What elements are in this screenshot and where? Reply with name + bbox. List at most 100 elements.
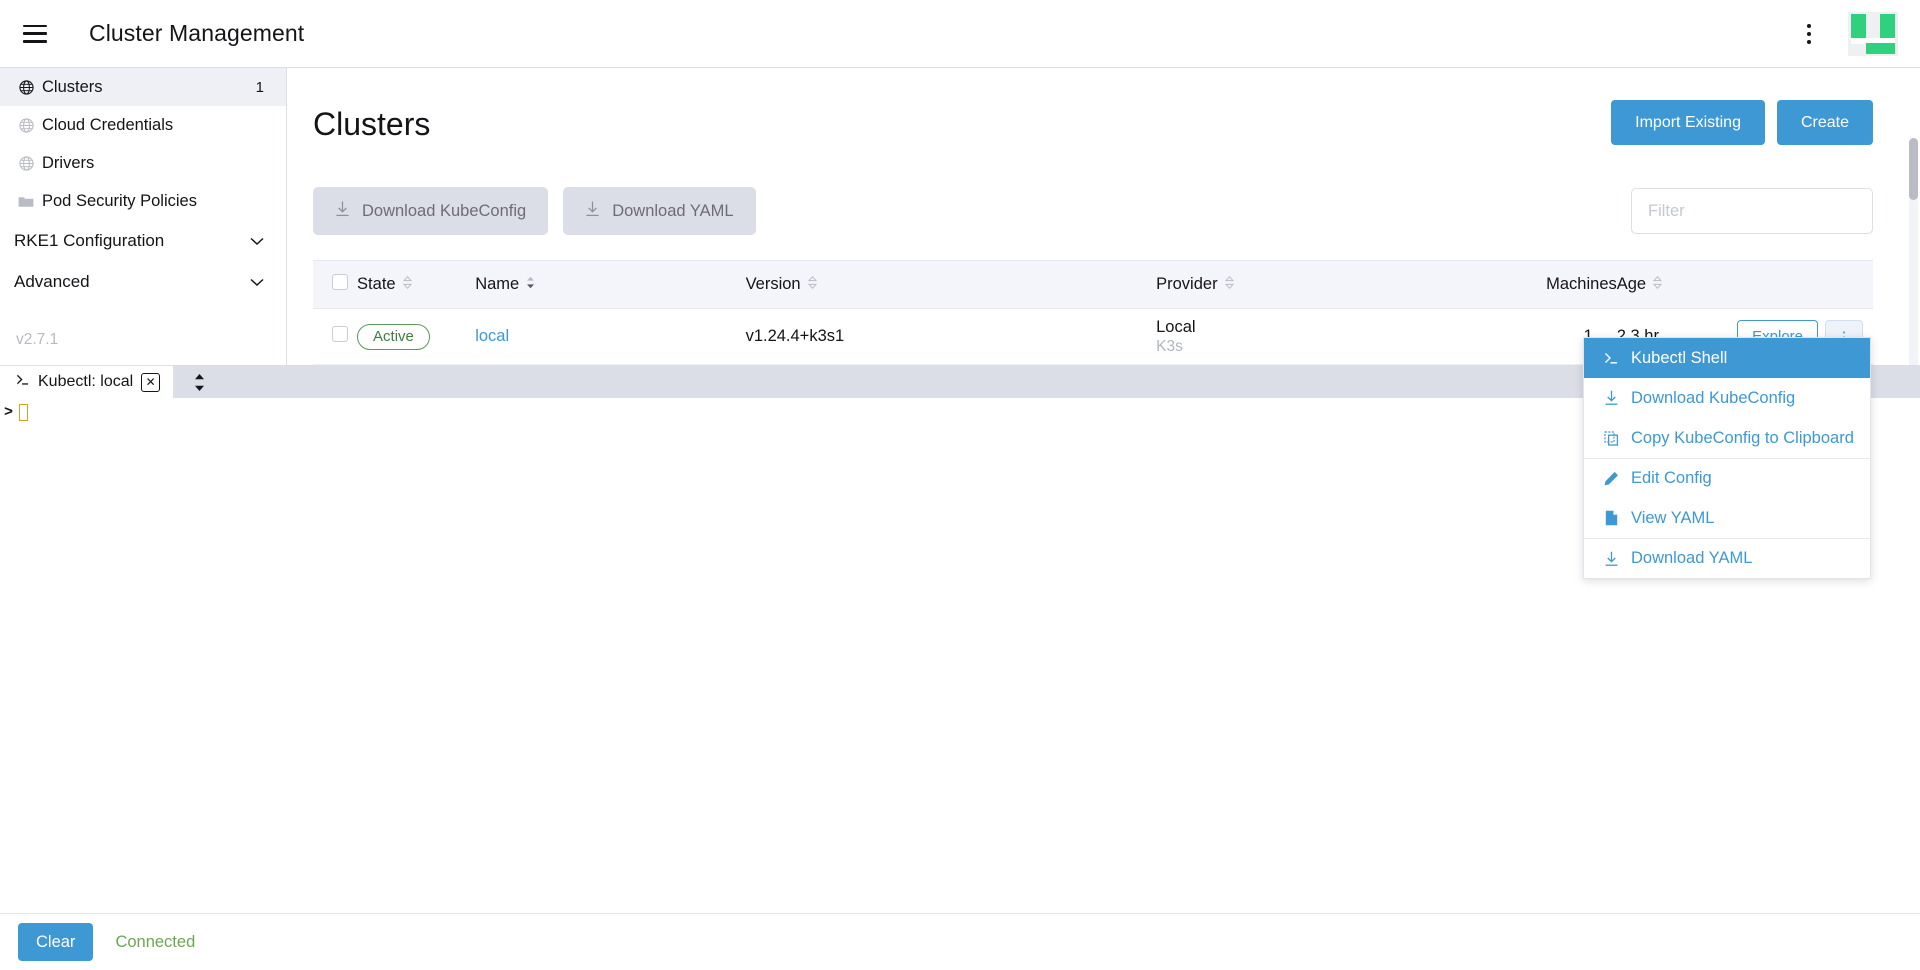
header-actions (1792, 0, 1920, 67)
sort-icon (1653, 275, 1662, 294)
terminal-prompt: > (4, 404, 13, 421)
close-icon[interactable]: ✕ (141, 373, 160, 392)
sidebar-group-label: RKE1 Configuration (14, 231, 164, 251)
hamburger-icon[interactable] (23, 25, 47, 43)
sidebar: Clusters 1 Cloud Credentials Drivers (0, 68, 287, 365)
row-checkbox[interactable] (332, 326, 348, 342)
cell-name: local (475, 309, 745, 365)
th-actions (1737, 261, 1873, 309)
th-version[interactable]: Version (746, 261, 1157, 309)
sidebar-item-clusters[interactable]: Clusters 1 (0, 68, 286, 106)
download-icon (335, 201, 350, 222)
dropdown-item-label: Edit Config (1631, 469, 1712, 488)
sort-icon (403, 275, 412, 294)
sidebar-item-label: Pod Security Policies (42, 192, 197, 211)
th-select-all[interactable] (313, 261, 357, 309)
app-version: v2.7.1 (16, 331, 58, 349)
th-machines-label: Machines (1546, 275, 1617, 294)
main-content: Clusters Import Existing Create Download… (287, 68, 1920, 365)
download-icon (1602, 390, 1620, 406)
terminal-icon (1602, 351, 1620, 365)
table-head: State Name (313, 261, 1873, 309)
download-kubeconfig-button[interactable]: Download KubeConfig (313, 187, 548, 235)
app-header: Cluster Management (0, 0, 1920, 68)
dropdown-item-kubectl-shell[interactable]: Kubectl Shell (1584, 338, 1870, 378)
sidebar-item-label: Cloud Credentials (42, 116, 173, 135)
resize-vertical-icon[interactable] (173, 366, 225, 398)
cluster-actions-dropdown: Kubectl Shell Download KubeConfig Copy K… (1583, 337, 1871, 579)
table-header-row: State Name (313, 261, 1873, 309)
folder-icon (16, 195, 36, 208)
row-select-cell[interactable] (313, 309, 357, 365)
dropdown-item-download-kubeconfig[interactable]: Download KubeConfig (1584, 378, 1870, 418)
filter-input[interactable] (1646, 201, 1858, 222)
dropdown-item-download-yaml[interactable]: Download YAML (1584, 538, 1870, 578)
body-split: Clusters 1 Cloud Credentials Drivers (0, 68, 1920, 365)
provider-distro: K3s (1156, 337, 1498, 356)
cluster-management-app: Cluster Management Clusters 1 (0, 0, 1920, 970)
globe-icon (16, 156, 36, 171)
sort-icon (526, 275, 535, 294)
download-icon (585, 201, 600, 222)
globe-icon (16, 80, 36, 95)
th-machines: Machines (1499, 261, 1617, 309)
dropdown-item-label: Copy KubeConfig to Clipboard (1631, 429, 1854, 448)
page-header-title: Cluster Management (89, 20, 304, 47)
download-yaml-label: Download YAML (612, 202, 733, 221)
pencil-icon (1602, 471, 1620, 486)
status-badge: Active (357, 324, 430, 350)
terminal-tab-label: Kubectl: local (38, 373, 133, 391)
terminal-tab-kubectl-local[interactable]: Kubectl: local ✕ (0, 366, 173, 398)
terminal-footer: Clear Connected (0, 913, 1920, 970)
dropdown-item-label: Kubectl Shell (1631, 349, 1727, 368)
dropdown-item-view-yaml[interactable]: View YAML (1584, 498, 1870, 538)
dropdown-item-label: View YAML (1631, 509, 1714, 528)
th-name-label: Name (475, 275, 519, 294)
select-all-checkbox[interactable] (332, 274, 348, 290)
th-name[interactable]: Name (475, 261, 745, 309)
cell-provider: Local K3s (1156, 309, 1498, 365)
dropdown-item-edit-config[interactable]: Edit Config (1584, 458, 1870, 498)
terminal-cursor (19, 404, 28, 421)
th-age[interactable]: Age (1617, 261, 1737, 309)
terminal-icon (16, 373, 30, 391)
rancher-logo-icon[interactable] (1848, 12, 1898, 56)
file-icon (1602, 510, 1620, 526)
title-actions: Import Existing Create (1611, 100, 1873, 145)
th-state[interactable]: State (357, 261, 475, 309)
globe-icon (16, 118, 36, 133)
sidebar-group-label: Advanced (14, 272, 90, 292)
title-row: Clusters Import Existing Create (313, 96, 1873, 145)
th-provider[interactable]: Provider (1156, 261, 1498, 309)
sidebar-item-drivers[interactable]: Drivers (0, 144, 286, 182)
connection-status: Connected (115, 933, 195, 952)
toolbar-row: Download KubeConfig Download YAML (313, 187, 1873, 235)
chevron-down-icon (250, 231, 264, 251)
import-existing-button[interactable]: Import Existing (1611, 100, 1765, 145)
sidebar-group-rke1-configuration[interactable]: RKE1 Configuration (0, 220, 286, 261)
th-version-label: Version (746, 275, 801, 294)
th-state-label: State (357, 275, 396, 294)
th-age-label: Age (1617, 275, 1646, 294)
th-provider-label: Provider (1156, 275, 1217, 294)
filter-box[interactable] (1631, 188, 1873, 234)
sidebar-group-advanced[interactable]: Advanced (0, 261, 286, 302)
cell-state: Active (357, 309, 475, 365)
clear-button[interactable]: Clear (18, 923, 93, 961)
download-icon (1602, 551, 1620, 567)
dropdown-item-copy-kubeconfig-to-clipboard[interactable]: Copy KubeConfig to Clipboard (1584, 418, 1870, 458)
vertical-dots-icon[interactable] (1792, 17, 1826, 51)
sidebar-item-cloud-credentials[interactable]: Cloud Credentials (0, 106, 286, 144)
sidebar-item-pod-security-policies[interactable]: Pod Security Policies (0, 182, 286, 220)
dropdown-item-label: Download YAML (1631, 549, 1752, 568)
sort-icon (808, 275, 817, 294)
cell-version: v1.24.4+k3s1 (746, 309, 1157, 365)
main-vertical-scrollbar[interactable] (1909, 138, 1918, 365)
sidebar-item-count: 1 (256, 79, 264, 96)
dropdown-item-label: Download KubeConfig (1631, 389, 1795, 408)
chevron-down-icon (250, 272, 264, 292)
provider-name: Local (1156, 317, 1498, 338)
download-yaml-button[interactable]: Download YAML (563, 187, 755, 235)
create-button[interactable]: Create (1777, 100, 1873, 145)
cluster-name-link[interactable]: local (475, 327, 509, 345)
